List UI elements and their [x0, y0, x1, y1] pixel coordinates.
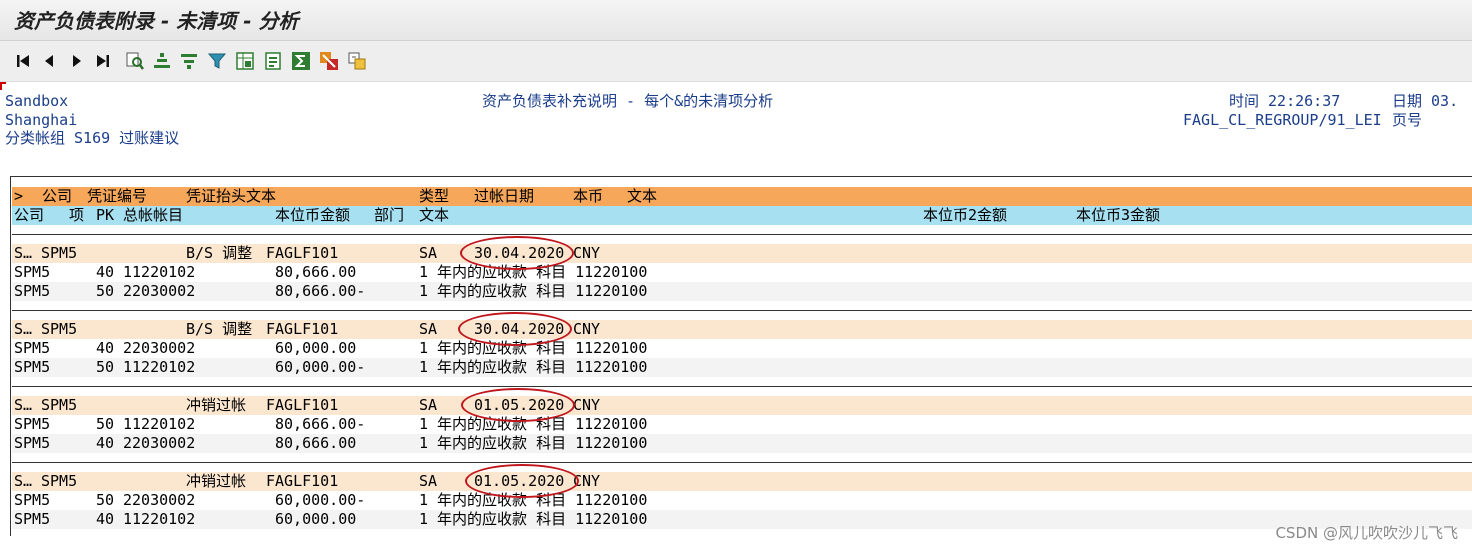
col-text[interactable]: 文本: [627, 187, 657, 206]
col2-company[interactable]: 公司: [14, 206, 44, 225]
header-date: 日期 03.: [1392, 92, 1459, 110]
find-icon: [126, 52, 144, 70]
posting-date: 01.05.2020: [474, 472, 565, 490]
details-button[interactable]: [262, 50, 284, 72]
col2-local-amount[interactable]: 本位币金额: [275, 206, 350, 225]
col2-local-amount2[interactable]: 本位币2金额: [923, 206, 1007, 225]
header-program: FAGL_CL_REGROUP/91_LEI: [1183, 111, 1382, 129]
next-page-icon: [73, 55, 81, 67]
col-marker: >: [14, 187, 24, 205]
last-page-button[interactable]: [92, 50, 114, 72]
separator: [12, 462, 1472, 463]
toolbar: [0, 41, 1472, 82]
header-client: Sandbox: [5, 92, 69, 110]
previous-page-icon: [45, 55, 53, 67]
line-item-row[interactable]: SPM5 40 22030002 60,000.00 1 年内的应收款 科目 1…: [12, 339, 1472, 358]
line-item-row[interactable]: SPM5 40 11220102 80,666.00 1 年内的应收款 科目 1…: [12, 263, 1472, 282]
filter-icon: [207, 53, 227, 69]
document-header-row[interactable]: S… SPM5 冲销过帐 FAGLF101 SA 01.05.2020 CNY: [12, 472, 1472, 491]
last-page-icon: [97, 55, 109, 67]
header-ledger-group: 分类帐组 S169 过账建议: [5, 129, 180, 147]
col2-dept[interactable]: 部门: [374, 206, 404, 225]
watermark: CSDN @风儿吹吹沙儿飞飞: [1275, 524, 1458, 542]
export-icon: [348, 52, 366, 70]
line-item-row[interactable]: SPM5 50 22030002 60,000.00- 1 年内的应收款 科目 …: [12, 491, 1472, 510]
next-page-button[interactable]: [66, 50, 88, 72]
document-header-row[interactable]: S… SPM5 B/S 调整 FAGLF101 SA 30.04.2020 CN…: [12, 244, 1472, 263]
posting-date: 30.04.2020: [474, 244, 565, 262]
posting-date: 30.04.2020: [474, 320, 565, 338]
col2-item[interactable]: 项: [69, 206, 84, 225]
sort-descending-icon: [181, 54, 197, 69]
layout-button[interactable]: [234, 50, 256, 72]
col-doc-no[interactable]: 凭证编号: [87, 187, 147, 206]
find-button[interactable]: [124, 50, 146, 72]
col-posting-date[interactable]: 过帐日期: [474, 187, 534, 206]
export-button[interactable]: [346, 50, 368, 72]
col2-text[interactable]: 文本: [419, 206, 449, 225]
sum-button[interactable]: [290, 50, 312, 72]
document-header-row[interactable]: S… SPM5 冲销过帐 FAGLF101 SA 01.05.2020 CNY: [12, 396, 1472, 415]
sum-icon: [292, 52, 310, 70]
header-city: Shanghai: [5, 111, 78, 129]
col2-local-amount3[interactable]: 本位币3金额: [1076, 206, 1160, 225]
report-list: > 公司 凭证编号 凭证抬头文本 类型 过帐日期 本币 文本 公司 项 PK 总…: [10, 176, 1472, 536]
first-page-button[interactable]: [12, 50, 34, 72]
first-page-icon: [17, 55, 29, 67]
subtotal-button[interactable]: [318, 50, 340, 72]
separator: [12, 310, 1472, 311]
column-header-row-2: 公司 项 PK 总帐帐目 本位币金额 部门 文本 本位币2金额 本位币3金额: [12, 206, 1472, 225]
line-item-row[interactable]: SPM5 50 22030002 80,666.00- 1 年内的应收款 科目 …: [12, 282, 1472, 301]
line-item-row[interactable]: SPM5 50 11220102 60,000.00- 1 年内的应收款 科目 …: [12, 358, 1472, 377]
title-bar: 资产负债表附录 - 未清项 - 分析: [0, 0, 1472, 41]
sort-ascending-icon: [154, 53, 170, 68]
window-title: 资产负债表附录 - 未清项 - 分析: [14, 9, 299, 33]
line-item-row[interactable]: SPM5 50 11220102 80,666.00- 1 年内的应收款 科目 …: [12, 415, 1472, 434]
separator: [12, 386, 1472, 387]
layout-icon: [236, 52, 254, 70]
col-type[interactable]: 类型: [419, 187, 449, 206]
header-time: 时间 22:26:37: [1229, 92, 1341, 110]
col-currency[interactable]: 本币: [573, 187, 603, 206]
report-header: Sandbox Shanghai 分类帐组 S169 过账建议 资产负债表补充说…: [0, 82, 1472, 174]
line-item-row[interactable]: SPM5 40 11220102 60,000.00 1 年内的应收款 科目 1…: [12, 510, 1472, 529]
sort-ascending-button[interactable]: [151, 50, 173, 72]
sort-descending-button[interactable]: [178, 50, 200, 72]
previous-page-button[interactable]: [38, 50, 60, 72]
header-report-title: 资产负债表补充说明 - 每个&的未清项分析: [482, 92, 774, 110]
posting-date: 01.05.2020: [474, 396, 565, 414]
details-icon: [265, 52, 281, 70]
line-item-row[interactable]: SPM5 40 22030002 80,666.00 1 年内的应收款 科目 1…: [12, 434, 1472, 453]
separator: [12, 234, 1472, 235]
header-page-label: 页号: [1392, 111, 1423, 129]
document-header-row[interactable]: S… SPM5 B/S 调整 FAGLF101 SA 30.04.2020 CN…: [12, 320, 1472, 339]
column-header-row-1: > 公司 凭证编号 凭证抬头文本 类型 过帐日期 本币 文本: [12, 187, 1472, 206]
col2-pk[interactable]: PK: [96, 206, 114, 225]
col2-gl-account[interactable]: 总帐帐目: [123, 206, 183, 225]
subtotal-icon: [320, 52, 338, 70]
col-header-text[interactable]: 凭证抬头文本: [186, 187, 276, 206]
col-company[interactable]: 公司: [42, 187, 72, 206]
filter-button[interactable]: [206, 50, 228, 72]
